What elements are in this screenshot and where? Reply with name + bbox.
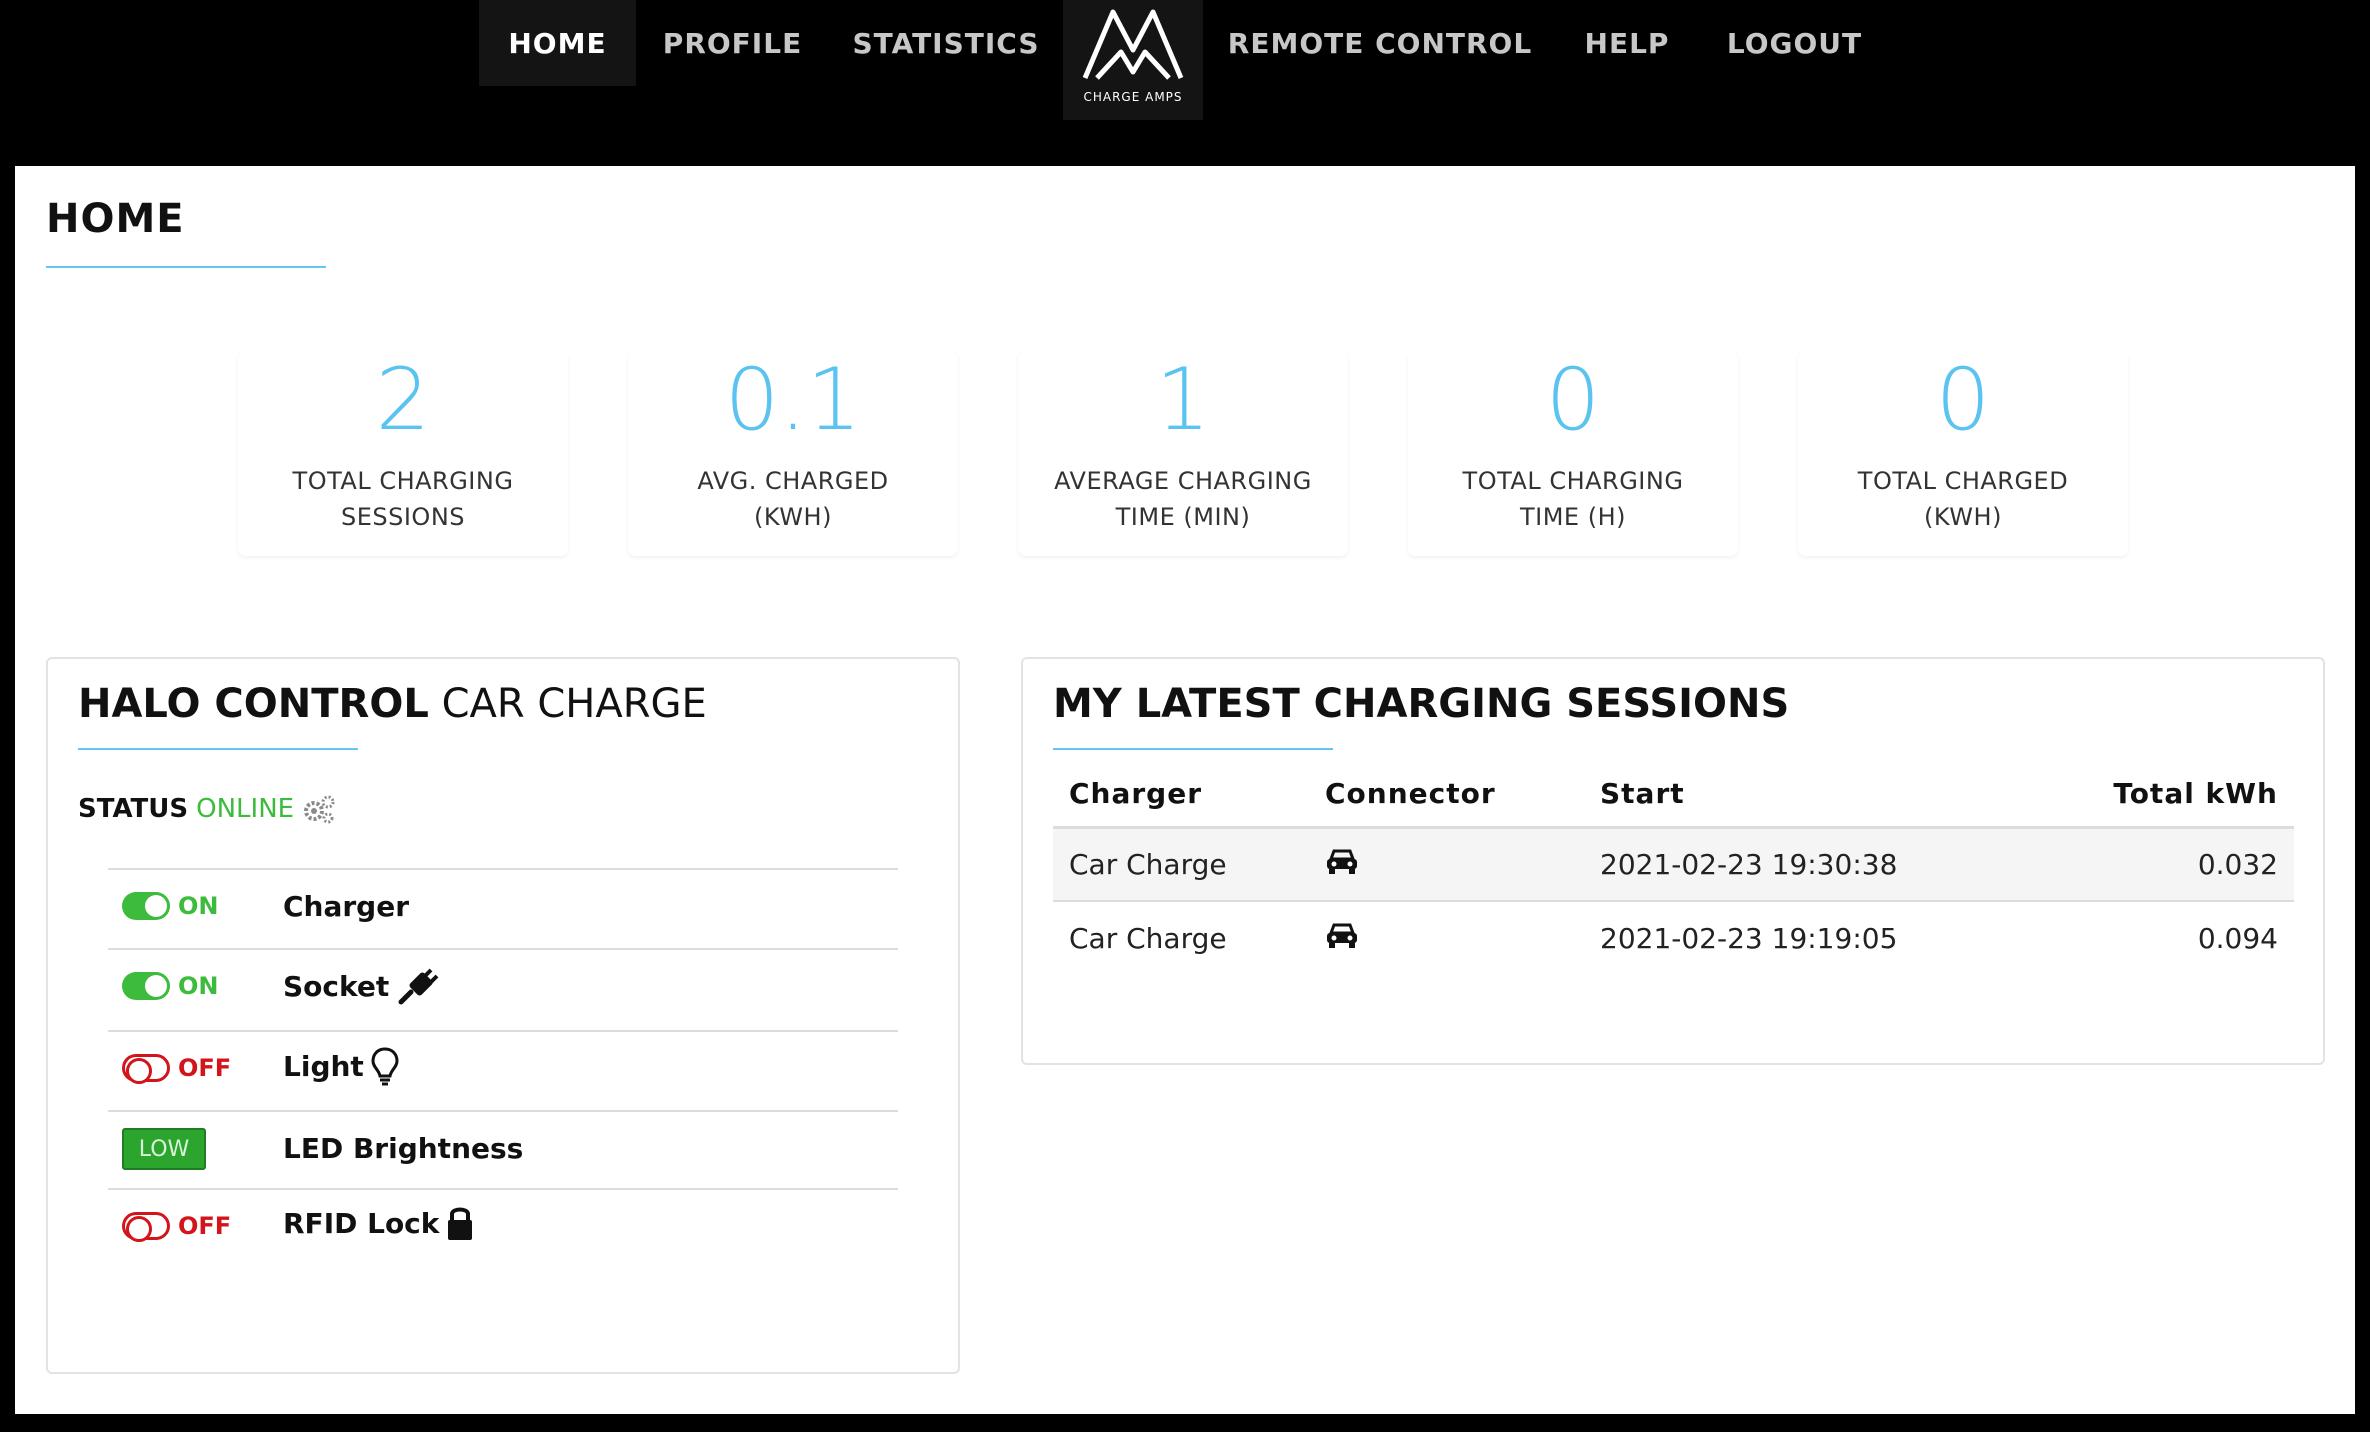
stat-value: 2: [375, 350, 431, 450]
control-name: RFID Lock: [283, 1204, 475, 1242]
stat-total-charging-time: 0 TOTAL CHARGING TIME (H): [1408, 351, 1738, 556]
car-icon: [1327, 849, 1357, 874]
control-row-charger: ON Charger: [108, 868, 898, 948]
nav-home[interactable]: HOME: [479, 0, 636, 86]
status-value: ONLINE: [196, 794, 295, 824]
nav-statistics[interactable]: STATISTICS: [829, 0, 1063, 86]
control-name: Charger: [283, 890, 410, 923]
top-nav: HOME PROFILE STATISTICS CHARGE AMPS REMO…: [0, 0, 2370, 166]
main-panel: HOME 2 TOTAL CHARGING SESSIONS 0.1 AVG. C…: [15, 166, 2355, 1414]
status-line: STATUS ONLINE: [78, 794, 336, 824]
halo-title-charger: CAR CHARGE: [441, 681, 707, 727]
halo-card-title: HALO CONTROL CAR CHARGE: [78, 681, 707, 727]
stat-avg-charged: 0.1 AVG. CHARGED (KWH): [628, 351, 958, 556]
card-underline: [78, 748, 358, 750]
charge-amps-logo[interactable]: CHARGE AMPS: [1063, 0, 1203, 120]
title-underline: [46, 266, 326, 268]
card-underline: [1053, 748, 1333, 750]
latest-sessions-card: MY LATEST CHARGING SESSIONS Charger Conn…: [1021, 657, 2325, 1065]
cell-start: 2021-02-23 19:30:38: [1584, 827, 2044, 902]
col-start[interactable]: Start: [1584, 761, 2044, 829]
page-title: HOME: [46, 196, 185, 242]
stat-total-charged: 0 TOTAL CHARGED (KWH): [1798, 351, 2128, 556]
toggle-switch[interactable]: [122, 1212, 170, 1242]
control-name: Light: [283, 1046, 400, 1086]
status-label: STATUS: [78, 794, 189, 824]
cell-connector: [1309, 901, 1584, 975]
stat-value: 0.1: [724, 350, 862, 450]
cell-charger: Car Charge: [1053, 827, 1309, 902]
cell-start: 2021-02-23 19:19:05: [1600, 922, 1898, 955]
sessions-card-title: MY LATEST CHARGING SESSIONS: [1053, 681, 1790, 727]
col-total-kwh[interactable]: Total kWh: [2044, 761, 2294, 829]
cell-total-kwh: 0.032: [2044, 827, 2294, 902]
col-connector[interactable]: Connector: [1309, 761, 1584, 829]
led-brightness-low-button[interactable]: LOW: [122, 1128, 206, 1170]
logo-text: CHARGE AMPS: [1083, 90, 1183, 104]
control-name: Socket: [283, 964, 439, 1008]
control-row-socket: ON Socket: [108, 948, 898, 1030]
table-row[interactable]: Car Charge 2021-02-23 19:19:05 0.094: [1053, 901, 2294, 975]
stat-value: 1: [1155, 350, 1211, 450]
toggle-state: ON: [178, 892, 219, 920]
lock-icon: [448, 1207, 473, 1240]
charger-toggle[interactable]: ON: [122, 892, 219, 920]
socket-toggle[interactable]: ON: [122, 972, 219, 1000]
control-row-light: OFF Light: [108, 1030, 898, 1110]
car-icon: [1327, 923, 1357, 948]
col-charger[interactable]: Charger: [1053, 761, 1309, 829]
stat-value: 0: [1545, 350, 1601, 450]
rfid-lock-toggle[interactable]: OFF: [122, 1212, 232, 1242]
stat-label: TOTAL CHARGED (KWH): [1857, 467, 2069, 531]
stat-label: TOTAL CHARGING TIME (H): [1462, 467, 1684, 531]
control-name: LED Brightness: [283, 1132, 524, 1165]
table-row[interactable]: Car Charge 2021-02-23 19:30:38 0.032: [1053, 827, 2294, 902]
control-row-led-brightness: LOW LED Brightness: [108, 1110, 898, 1188]
cell-total-kwh: 0.094: [2197, 922, 2278, 955]
toggle-state: OFF: [178, 1054, 232, 1082]
light-toggle[interactable]: OFF: [122, 1054, 232, 1084]
logo-mark-icon: [1082, 9, 1184, 80]
sessions-table: Charger Connector Start Total kWh Car Ch…: [1053, 761, 2294, 975]
nav-remote-control[interactable]: REMOTE CONTROL: [1203, 0, 1557, 86]
stat-label: AVERAGE CHARGING TIME (MIN): [1054, 467, 1312, 531]
cell-connector: [1309, 827, 1584, 902]
toggle-state: ON: [178, 972, 219, 1000]
stat-total-sessions: 2 TOTAL CHARGING SESSIONS: [238, 351, 568, 556]
toggle-switch[interactable]: [122, 1054, 170, 1084]
halo-control-card: HALO CONTROL CAR CHARGE STATUS ONLINE ON…: [46, 657, 960, 1374]
lightbulb-icon: [371, 1047, 399, 1086]
nav-logout[interactable]: LOGOUT: [1697, 0, 1892, 86]
control-row-rfid-lock: OFF RFID Lock: [108, 1188, 898, 1272]
nav-help[interactable]: HELP: [1557, 0, 1697, 86]
toggle-switch[interactable]: [122, 972, 170, 1000]
nav-profile[interactable]: PROFILE: [636, 0, 829, 86]
plug-icon: [398, 968, 439, 1005]
halo-title-bold: HALO CONTROL: [78, 681, 429, 727]
stat-value: 0: [1935, 350, 1991, 450]
stat-label: TOTAL CHARGING SESSIONS: [292, 467, 514, 531]
stat-avg-charging-time: 1 AVERAGE CHARGING TIME (MIN): [1018, 351, 1348, 556]
cell-charger: Car Charge: [1069, 922, 1227, 955]
table-header-row: Charger Connector Start Total kWh: [1053, 761, 2294, 829]
toggle-switch[interactable]: [122, 892, 170, 920]
gears-icon[interactable]: [302, 794, 336, 824]
stat-label: AVG. CHARGED (KWH): [697, 467, 889, 531]
toggle-state: OFF: [178, 1212, 232, 1240]
